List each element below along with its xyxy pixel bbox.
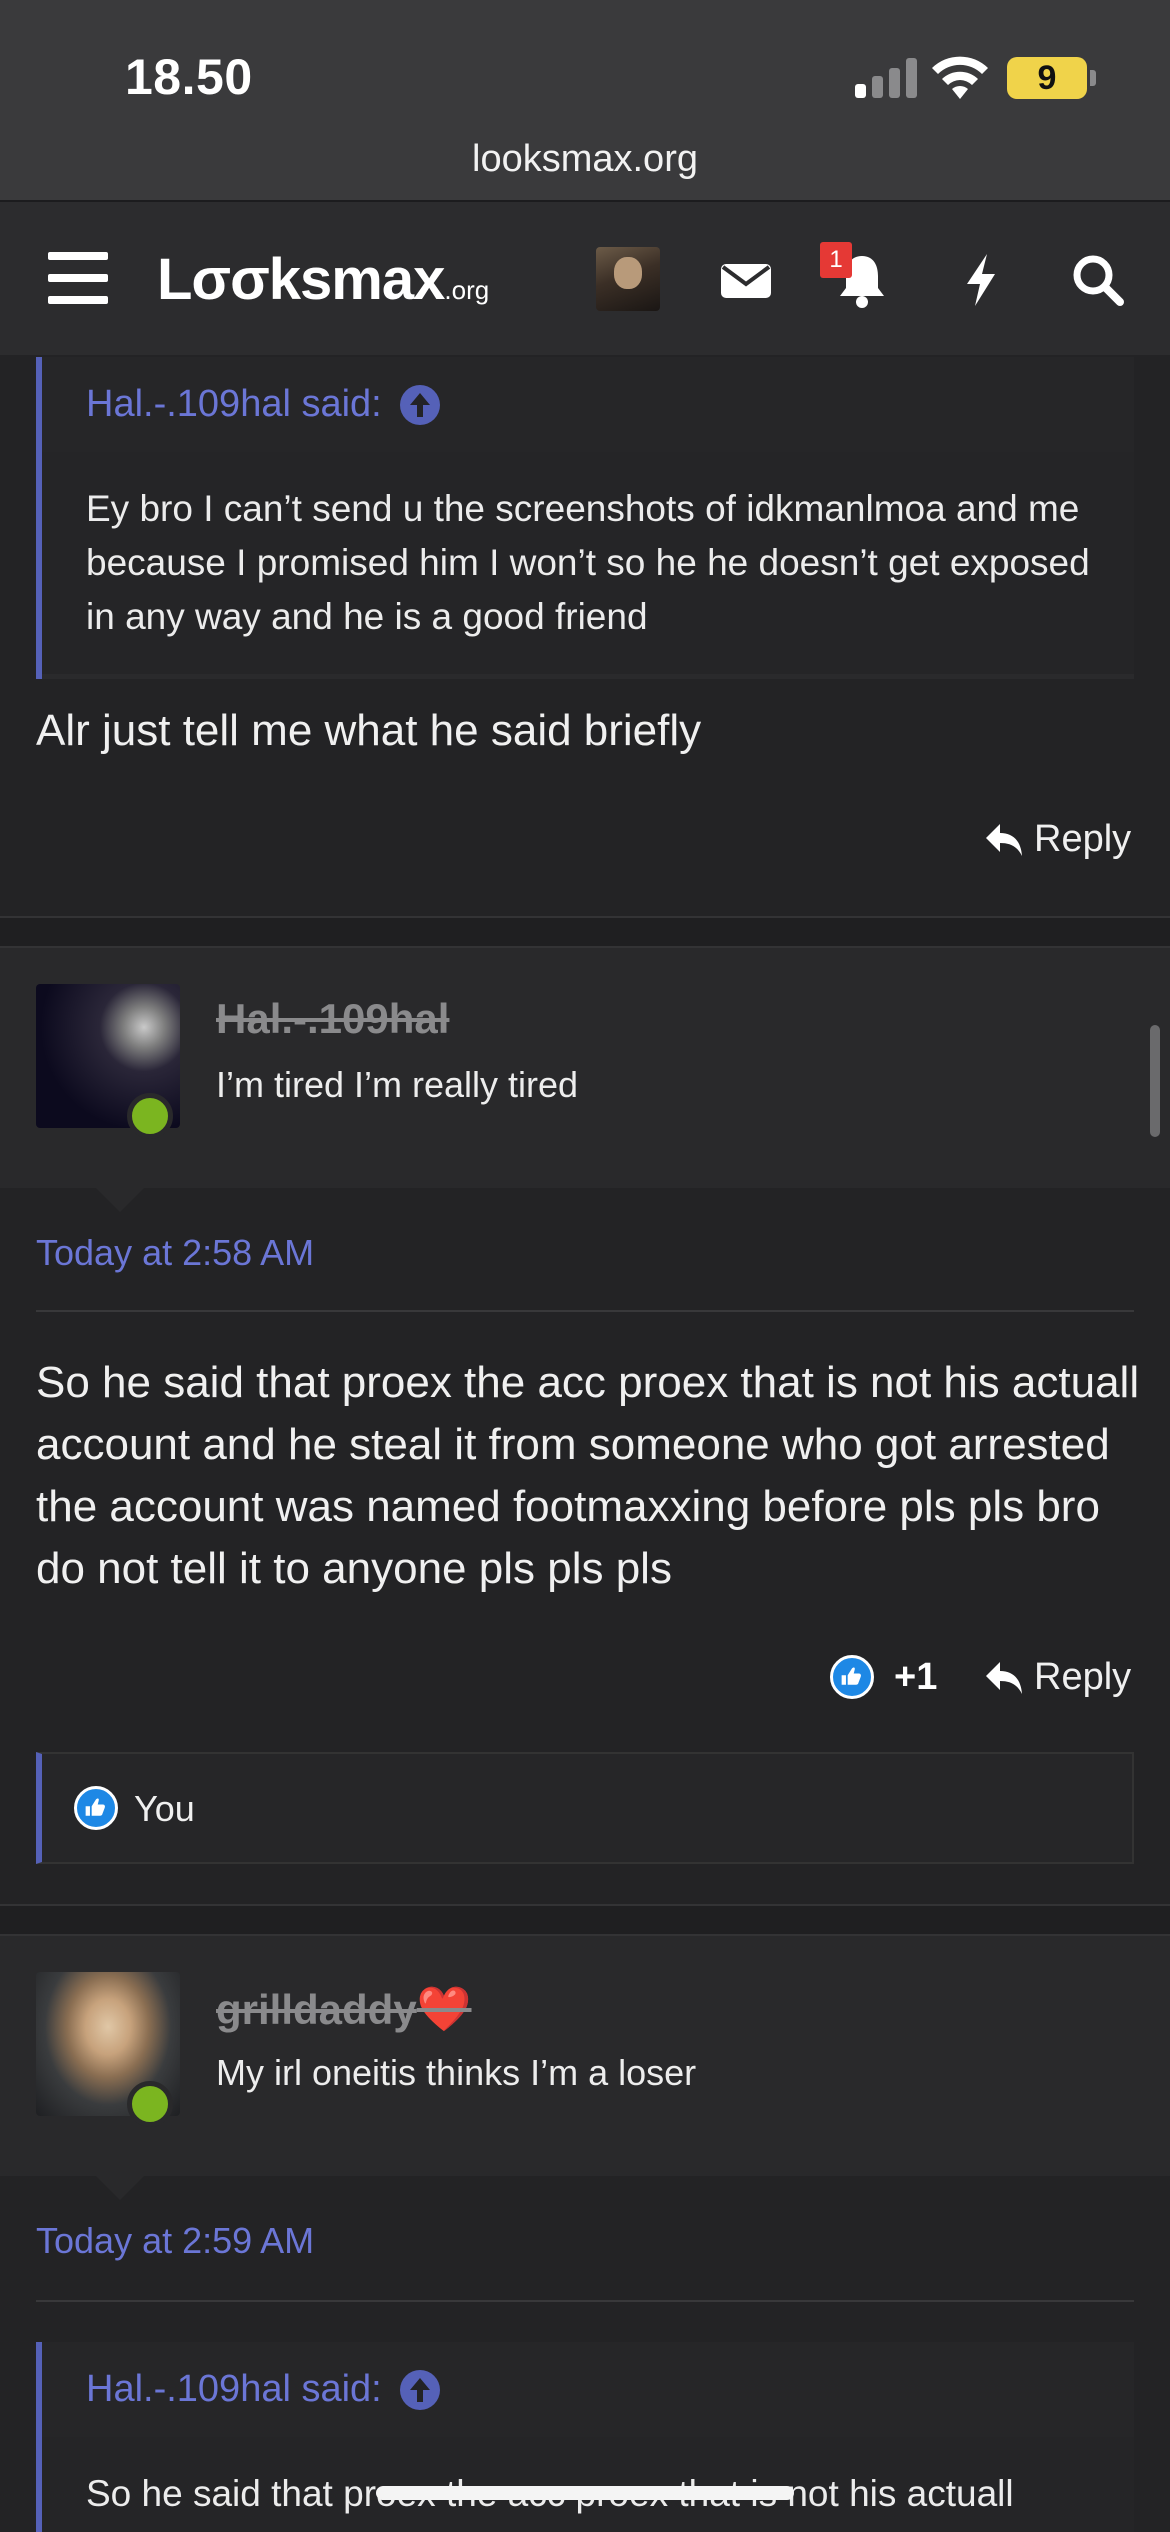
- notification-badge: 1: [820, 242, 852, 278]
- scrollbar[interactable]: [1150, 1025, 1160, 1137]
- site-header: Lσσksmax.org 1: [0, 200, 1170, 355]
- reply-label: Reply: [1034, 818, 1132, 860]
- url-bar[interactable]: looksmax.org: [0, 138, 1170, 181]
- user-panel: grilldaddy❤️ My irl oneitis thinks I’m a…: [0, 1936, 1170, 2176]
- heart-emoji: ❤️: [416, 1985, 472, 2034]
- bolt-icon[interactable]: [953, 252, 1009, 308]
- signal-icon: [855, 58, 917, 98]
- wifi-icon: [932, 56, 988, 99]
- home-indicator[interactable]: [376, 2486, 794, 2500]
- quote-author[interactable]: Hal.-.109hal said:: [86, 2368, 382, 2411]
- quote-text: So he said that proex the acc proex that…: [42, 2437, 1134, 2532]
- reply-button[interactable]: Reply: [984, 818, 1131, 861]
- online-indicator: [127, 2081, 173, 2127]
- status-bar: 18.50 9 looksmax.org: [0, 0, 1170, 200]
- reactions-bar[interactable]: You: [36, 1752, 1134, 1864]
- logo-text: Lσσksmax: [157, 247, 445, 312]
- status-time: 18.50: [125, 49, 253, 105]
- username-text: grilldaddy: [216, 1986, 417, 2033]
- post-separator: [0, 916, 1170, 948]
- battery-level: 9: [1037, 59, 1057, 97]
- battery-cap: [1090, 70, 1096, 86]
- post-date[interactable]: Today at 2:59 AM: [36, 2220, 314, 2262]
- reactions-by: You: [134, 1788, 195, 1829]
- quote-author[interactable]: Hal.-.109hal said:: [86, 383, 382, 426]
- battery-icon: 9: [1007, 57, 1087, 99]
- reply-button[interactable]: Reply: [984, 1656, 1131, 1699]
- logo-suffix: .org: [444, 275, 490, 305]
- username[interactable]: grilldaddy❤️: [216, 1983, 472, 2035]
- online-indicator: [127, 1093, 173, 1139]
- like-icon: [74, 1786, 118, 1830]
- reply-icon: [986, 1661, 1022, 1694]
- post-separator: [0, 1904, 1170, 1936]
- quote-block: Hal.-.109hal said: Ey bro I can’t send u…: [36, 357, 1134, 679]
- quote-header[interactable]: Hal.-.109hal said:: [42, 357, 1134, 452]
- account-avatar[interactable]: [596, 247, 660, 311]
- divider: [36, 1310, 1134, 1312]
- reply-icon: [986, 823, 1022, 856]
- post-body: So he said that proex the acc proex that…: [36, 1358, 1140, 1593]
- user-panel-pointer: [96, 2176, 144, 2200]
- arrow-up-icon[interactable]: [399, 384, 440, 425]
- quote-text: Ey bro I can’t send u the screenshots of…: [42, 452, 1134, 674]
- quote-block: Hal.-.109hal said: So he said that proex…: [36, 2342, 1134, 2532]
- arrow-up-icon[interactable]: [399, 2369, 440, 2410]
- user-title: My irl oneitis thinks I’m a loser: [216, 2052, 697, 2093]
- menu-icon[interactable]: [48, 252, 108, 304]
- divider: [36, 2300, 1134, 2302]
- search-icon[interactable]: [1070, 252, 1126, 308]
- quote-header[interactable]: Hal.-.109hal said:: [42, 2342, 1134, 2437]
- envelope-icon[interactable]: [718, 252, 774, 308]
- user-panel-pointer: [96, 1188, 144, 1212]
- post-date[interactable]: Today at 2:58 AM: [36, 1232, 314, 1274]
- reaction-count: +1: [894, 1655, 938, 1698]
- user-panel: Hal.-.109hal I’m tired I’m really tired: [0, 948, 1170, 1188]
- like-icon: [830, 1655, 874, 1699]
- site-logo[interactable]: Lσσksmax.org: [157, 246, 489, 313]
- user-title: I’m tired I’m really tired: [216, 1064, 579, 1105]
- username[interactable]: Hal.-.109hal: [216, 995, 449, 1043]
- like-reaction[interactable]: +1: [830, 1655, 937, 1699]
- post-body: Alr just tell me what he said briefly: [36, 706, 702, 755]
- reply-label: Reply: [1034, 1656, 1132, 1698]
